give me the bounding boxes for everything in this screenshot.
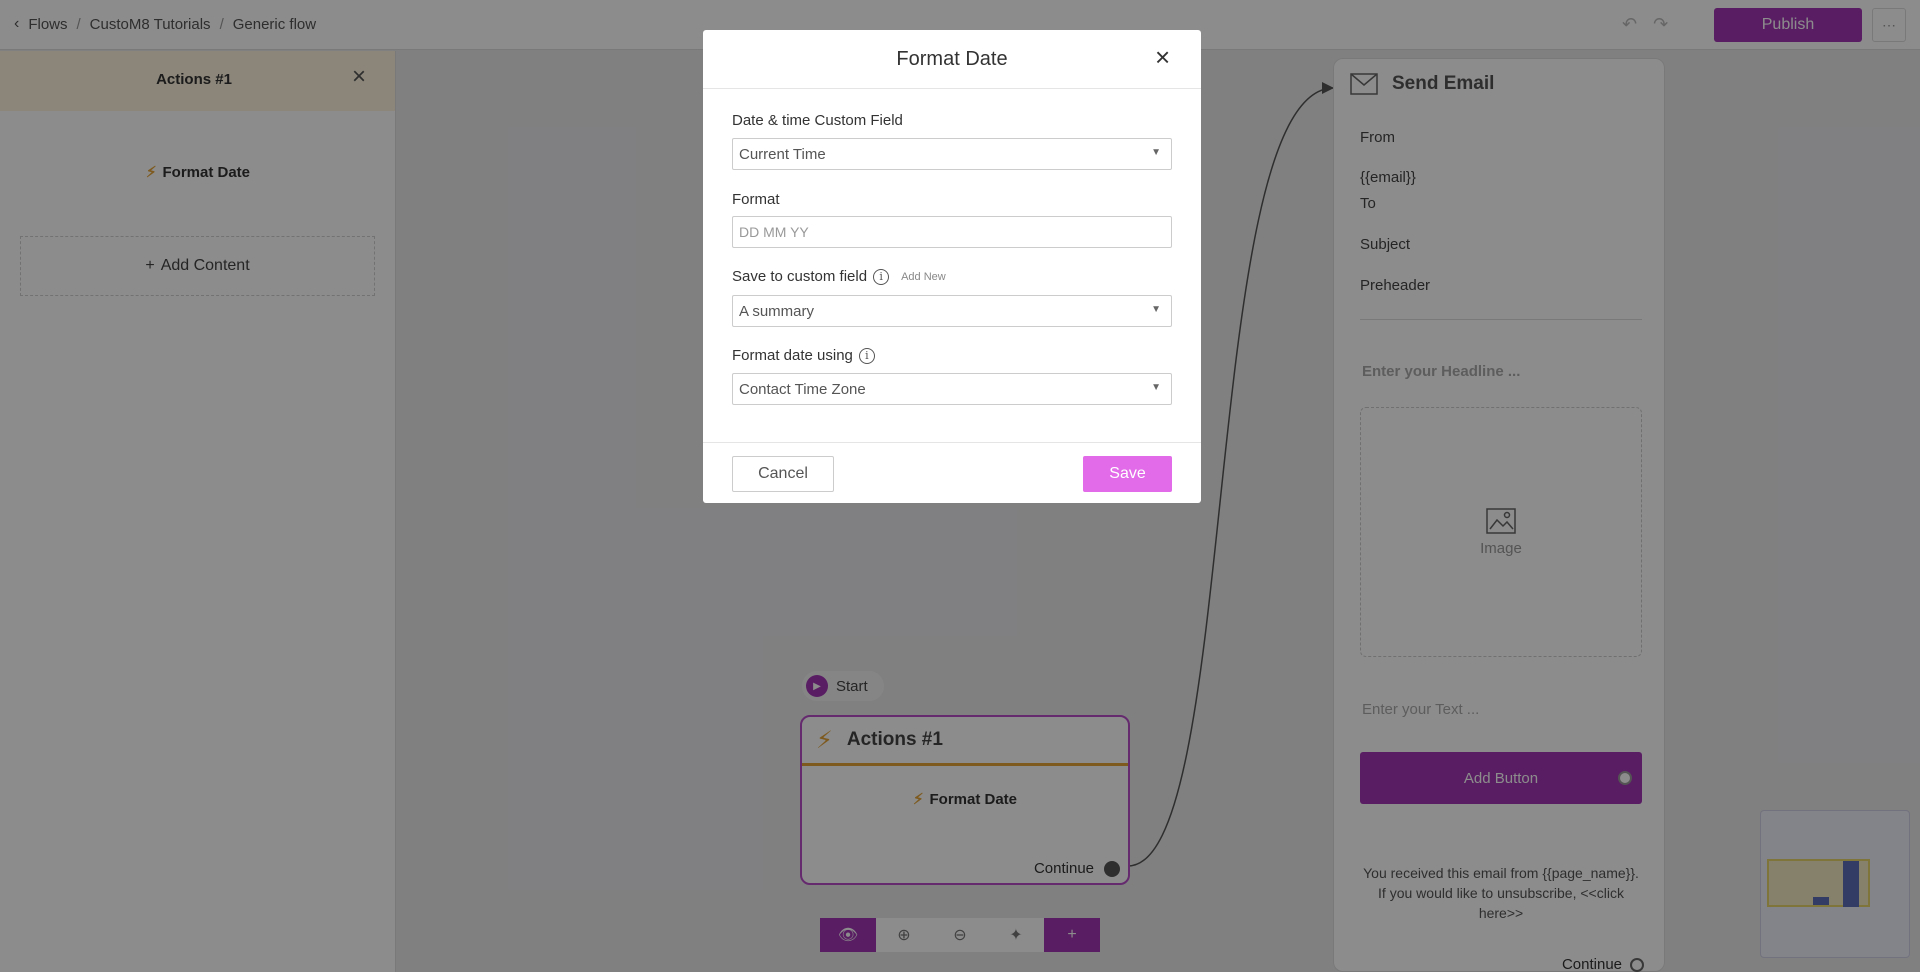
cancel-button[interactable]: Cancel — [732, 456, 834, 492]
save-to-field-select[interactable]: A summary ▼ — [732, 295, 1172, 327]
format-using-select[interactable]: Contact Time Zone ▼ — [732, 373, 1172, 405]
format-using-value: Contact Time Zone — [739, 380, 866, 398]
close-icon[interactable]: × — [1155, 44, 1170, 70]
caret-down-icon: ▼ — [1151, 304, 1161, 315]
info-icon[interactable]: i — [873, 268, 890, 285]
save-button[interactable]: Save — [1083, 456, 1172, 492]
format-date-modal: Format Date × Date & time Custom Field C… — [703, 30, 1201, 503]
modal-header: Format Date × — [703, 30, 1201, 89]
caret-down-icon: ▼ — [1151, 382, 1161, 393]
format-placeholder: DD MM YY — [739, 224, 809, 240]
add-new-link[interactable]: Add New — [901, 271, 946, 283]
info-icon[interactable]: i — [858, 347, 875, 364]
save-to-field-label-row: Save to custom field i Add New — [732, 268, 946, 285]
save-to-field-label: Save to custom field — [732, 268, 868, 285]
format-using-label-row: Format date using i — [732, 347, 875, 364]
date-field-value: Current Time — [739, 145, 826, 163]
date-field-select[interactable]: Current Time ▼ — [732, 138, 1172, 170]
caret-down-icon: ▼ — [1151, 147, 1161, 158]
format-input[interactable]: DD MM YY — [732, 216, 1172, 248]
format-label: Format — [732, 191, 780, 208]
save-to-field-value: A summary — [739, 302, 815, 320]
modal-title: Format Date — [896, 48, 1008, 70]
date-field-label: Date & time Custom Field — [732, 112, 903, 129]
modal-footer: Cancel Save — [703, 442, 1201, 503]
format-using-label: Format date using — [732, 347, 853, 364]
